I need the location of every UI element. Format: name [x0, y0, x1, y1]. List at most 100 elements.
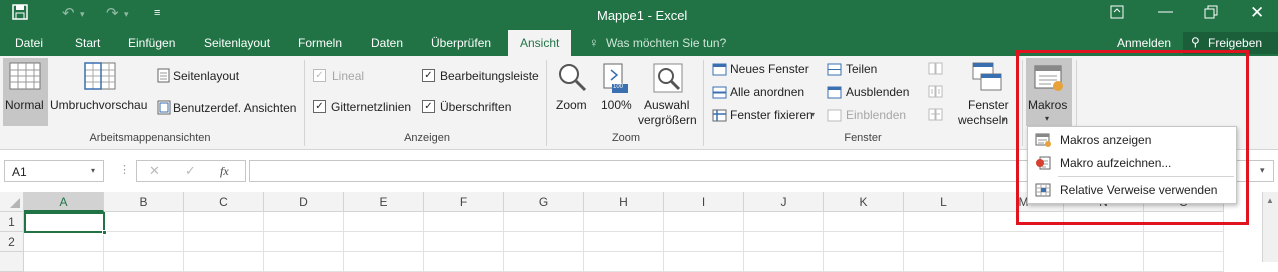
grid-cell[interactable]	[184, 232, 264, 252]
grid-cell[interactable]	[504, 252, 584, 272]
vertical-scrollbar[interactable]: ▲	[1262, 192, 1278, 262]
relative-references-item[interactable]: Relative Verweise verwenden	[1028, 179, 1236, 201]
column-header-k[interactable]: K	[824, 192, 904, 212]
grid-cell[interactable]	[424, 212, 504, 232]
close-icon[interactable]: ✕	[1250, 3, 1264, 23]
active-cell-a1[interactable]	[24, 212, 105, 233]
sign-in-link[interactable]: Anmelden	[1117, 36, 1171, 50]
tab-formulas[interactable]: Formeln	[298, 36, 342, 50]
column-header-i[interactable]: I	[664, 192, 744, 212]
grid-cell[interactable]	[904, 212, 984, 232]
insert-function-icon[interactable]: fx	[220, 164, 229, 179]
grid-cell[interactable]	[664, 212, 744, 232]
redo-dropdown-icon[interactable]: ▾	[124, 9, 129, 20]
name-box-dropdown-icon[interactable]: ▾	[91, 166, 95, 175]
save-icon[interactable]	[12, 4, 28, 24]
grid-cell[interactable]	[184, 252, 264, 272]
normal-view-button[interactable]: Normal	[3, 58, 48, 126]
grid-cell[interactable]	[24, 232, 104, 252]
fill-handle[interactable]	[102, 230, 107, 235]
tab-view[interactable]: Ansicht	[508, 30, 572, 56]
grid-cell[interactable]	[664, 232, 744, 252]
enter-icon[interactable]: ✓	[185, 163, 196, 179]
column-header-f[interactable]: F	[424, 192, 504, 212]
grid-cell[interactable]	[504, 212, 584, 232]
grid-cell[interactable]	[1144, 252, 1224, 272]
grid-cell[interactable]	[824, 232, 904, 252]
switch-windows-button[interactable]: Fenster wechseln ▾	[954, 58, 1020, 130]
grid-cell[interactable]	[824, 252, 904, 272]
grid-cell[interactable]	[1144, 232, 1224, 252]
grid-cell[interactable]	[504, 232, 584, 252]
column-header-h[interactable]: H	[584, 192, 664, 212]
grid-cell[interactable]	[1064, 212, 1144, 232]
gridlines-checkbox[interactable]: ✓ Gitternetzlinien	[313, 99, 423, 117]
ruler-checkbox[interactable]: ✓ Lineal	[313, 68, 413, 86]
grid-cell[interactable]	[744, 252, 824, 272]
headings-checkbox[interactable]: ✓ Überschriften	[422, 99, 532, 117]
column-header-c[interactable]: C	[184, 192, 264, 212]
grid-cell[interactable]	[744, 232, 824, 252]
minimize-icon[interactable]: —	[1158, 3, 1173, 20]
grid-cell[interactable]	[904, 252, 984, 272]
grid-cell[interactable]	[424, 252, 504, 272]
grid-cell[interactable]	[344, 252, 424, 272]
grid-cell[interactable]	[1144, 212, 1224, 232]
page-break-preview-button[interactable]: Umbruchvorschau	[50, 58, 150, 126]
tell-me-search[interactable]: Was möchten Sie tun?	[606, 36, 726, 50]
column-header-l[interactable]: L	[904, 192, 984, 212]
grid-cell[interactable]	[264, 252, 344, 272]
column-header-e[interactable]: E	[344, 192, 424, 212]
tab-home[interactable]: Start	[75, 36, 100, 50]
grid-cell[interactable]	[664, 252, 744, 272]
view-macros-item[interactable]: Makros anzeigen	[1028, 129, 1236, 151]
expand-formula-bar-icon[interactable]: ▾	[1260, 165, 1265, 176]
tab-data[interactable]: Daten	[371, 36, 403, 50]
view-side-by-side-icon[interactable]	[928, 62, 943, 75]
unhide-button[interactable]: Einblenden	[827, 107, 917, 125]
column-header-j[interactable]: J	[744, 192, 824, 212]
zoom-100-button[interactable]: 100 100%	[596, 58, 636, 126]
grid-cell[interactable]	[1064, 232, 1144, 252]
grid-cell[interactable]	[584, 232, 664, 252]
hide-button[interactable]: Ausblenden	[827, 84, 917, 102]
tab-insert[interactable]: Einfügen	[128, 36, 175, 50]
row-header-3[interactable]	[0, 252, 24, 272]
synchronous-scrolling-icon[interactable]	[928, 85, 943, 98]
tab-page-layout[interactable]: Seitenlayout	[204, 36, 270, 50]
custom-views-button[interactable]: Benutzerdef. Ansichten	[155, 98, 300, 118]
grid-cell[interactable]	[104, 252, 184, 272]
name-box[interactable]: A1 ▾	[4, 160, 104, 182]
redo-icon[interactable]: ↷	[106, 4, 119, 22]
grid-cell[interactable]	[104, 212, 184, 232]
macros-button[interactable]: Makros ▾	[1026, 58, 1072, 126]
scroll-up-icon[interactable]: ▲	[1266, 196, 1274, 205]
formula-bar-checkbox[interactable]: ✓ Bearbeitungsleiste	[422, 68, 542, 86]
row-header-2[interactable]: 2	[0, 232, 24, 252]
record-macro-item[interactable]: Makro aufzeichnen...	[1028, 152, 1236, 174]
grid-cell[interactable]	[744, 212, 824, 232]
tab-review[interactable]: Überprüfen	[431, 36, 491, 50]
grid-cell[interactable]	[1064, 252, 1144, 272]
grid-cell[interactable]	[24, 252, 104, 272]
column-header-d[interactable]: D	[264, 192, 344, 212]
grid-cell[interactable]	[344, 232, 424, 252]
zoom-to-selection-button[interactable]: Auswahl vergrößern	[638, 58, 700, 127]
grid-cell[interactable]	[424, 232, 504, 252]
grid-cell[interactable]	[264, 212, 344, 232]
column-header-b[interactable]: B	[104, 192, 184, 212]
grid-cell[interactable]	[984, 212, 1064, 232]
grid-cell[interactable]	[984, 252, 1064, 272]
tab-file[interactable]: Datei	[15, 36, 43, 50]
cancel-icon[interactable]: ✕	[149, 163, 160, 179]
arrange-all-button[interactable]: Alle anordnen	[710, 84, 820, 102]
grid-cell[interactable]	[824, 212, 904, 232]
grid-cell[interactable]	[584, 252, 664, 272]
ribbon-display-options-icon[interactable]	[1110, 5, 1124, 23]
grid-cell[interactable]	[264, 232, 344, 252]
page-layout-view-button[interactable]: Seitenlayout	[155, 66, 295, 86]
select-all-corner[interactable]	[0, 192, 24, 212]
split-button[interactable]: Teilen	[827, 61, 917, 79]
customize-quick-access-icon[interactable]: ≡	[154, 7, 160, 19]
grid-cell[interactable]	[344, 212, 424, 232]
